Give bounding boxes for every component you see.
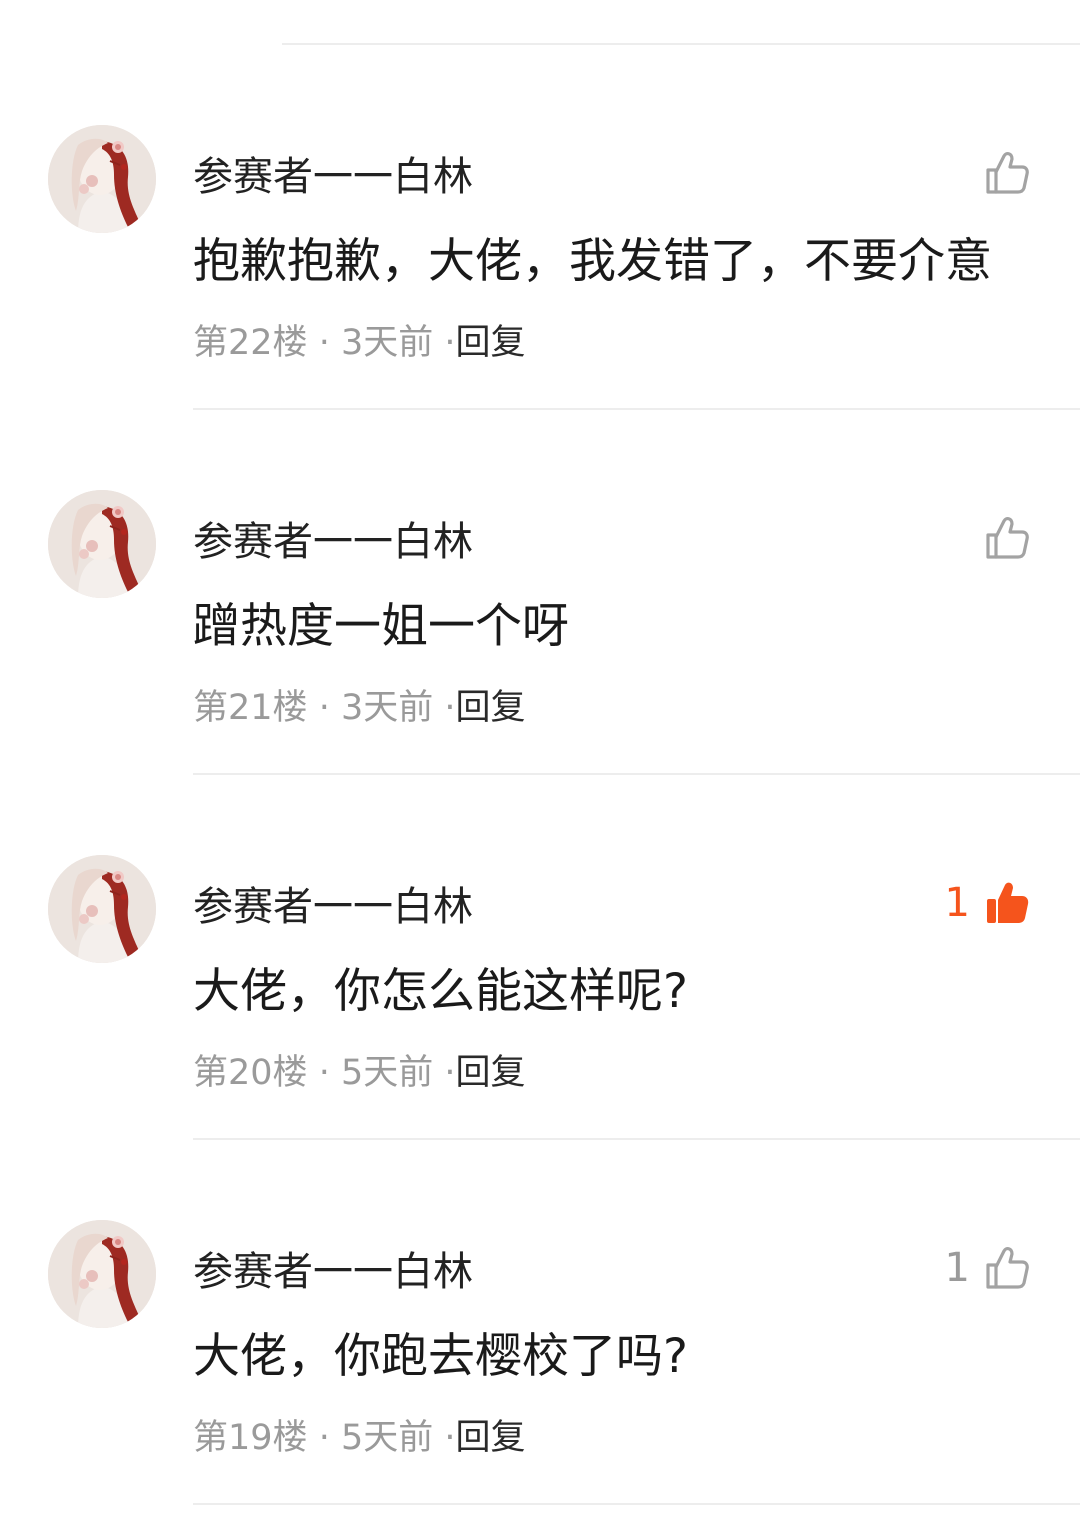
floor-number: 第19楼 [193,1418,308,1458]
like-button[interactable]: 1 [945,1240,1030,1296]
meta-separator: · [444,688,456,728]
username[interactable]: 参赛者一一白林 [193,879,473,935]
reply-button[interactable]: 回复 [456,1053,526,1093]
avatar-image [48,855,156,963]
like-button[interactable]: 1 [945,875,1030,931]
meta-separator: · [318,1053,341,1093]
floor-number: 第20楼 [193,1053,308,1093]
thumbs-up-icon [984,515,1030,561]
avatar-image [48,125,156,233]
username[interactable]: 参赛者一一白林 [193,514,473,570]
comment-item: 参赛者一一白林 蹭热度一姐一个呀 第21楼 · 3天前 ·回复 [0,410,1080,775]
comment-text: 蹭热度一姐一个呀 [193,599,569,654]
comment-text: 大佬，你跑去樱校了吗? [193,1329,688,1384]
comment-text: 大佬，你怎么能这样呢? [193,964,688,1019]
divider [193,1503,1080,1505]
reply-button[interactable]: 回复 [456,1418,526,1458]
reply-button[interactable]: 回复 [456,688,526,728]
meta-separator: · [444,323,456,363]
comment-item: 参赛者一一白林 1 大佬，你怎么能这样呢? 第20楼 · 5天前 ·回复 [0,775,1080,1140]
avatar-image [48,490,156,598]
like-count: 1 [944,1245,970,1291]
comment-meta: 第19楼 · 5天前 ·回复 [193,1414,526,1462]
post-time: 5天前 [340,1053,434,1093]
user-avatar[interactable] [48,490,156,598]
comment-meta: 第20楼 · 5天前 ·回复 [193,1049,526,1097]
reply-button[interactable]: 回复 [456,323,526,363]
user-avatar[interactable] [48,1220,156,1328]
user-avatar[interactable] [48,855,156,963]
post-time: 5天前 [340,1418,434,1458]
thumbs-up-icon [984,1245,1030,1291]
like-button[interactable] [970,510,1030,566]
meta-separator: · [318,323,341,363]
username[interactable]: 参赛者一一白林 [193,1244,473,1300]
user-avatar[interactable] [48,125,156,233]
comment-meta: 第22楼 · 3天前 ·回复 [193,319,526,367]
thumbs-up-icon [984,880,1030,926]
meta-separator: · [318,1418,341,1458]
comment-item: 参赛者一一白林 抱歉抱歉，大佬，我发错了，不要介意 第22楼 · 3天前 ·回复 [0,45,1080,410]
comment-item: 参赛者一一白林 1 大佬，你跑去樱校了吗? 第19楼 · 5天前 ·回复 [0,1140,1080,1505]
post-time: 3天前 [340,323,434,363]
post-time: 3天前 [340,688,434,728]
like-count: 1 [944,880,970,926]
avatar-image [48,1220,156,1328]
comment-text: 抱歉抱歉，大佬，我发错了，不要介意 [193,234,992,289]
comment-meta: 第21楼 · 3天前 ·回复 [193,684,526,732]
username[interactable]: 参赛者一一白林 [193,149,473,205]
meta-separator: · [444,1053,456,1093]
like-button[interactable] [970,145,1030,201]
meta-separator: · [444,1418,456,1458]
floor-number: 第22楼 [193,323,308,363]
floor-number: 第21楼 [193,688,308,728]
meta-separator: · [318,688,341,728]
thumbs-up-icon [984,150,1030,196]
